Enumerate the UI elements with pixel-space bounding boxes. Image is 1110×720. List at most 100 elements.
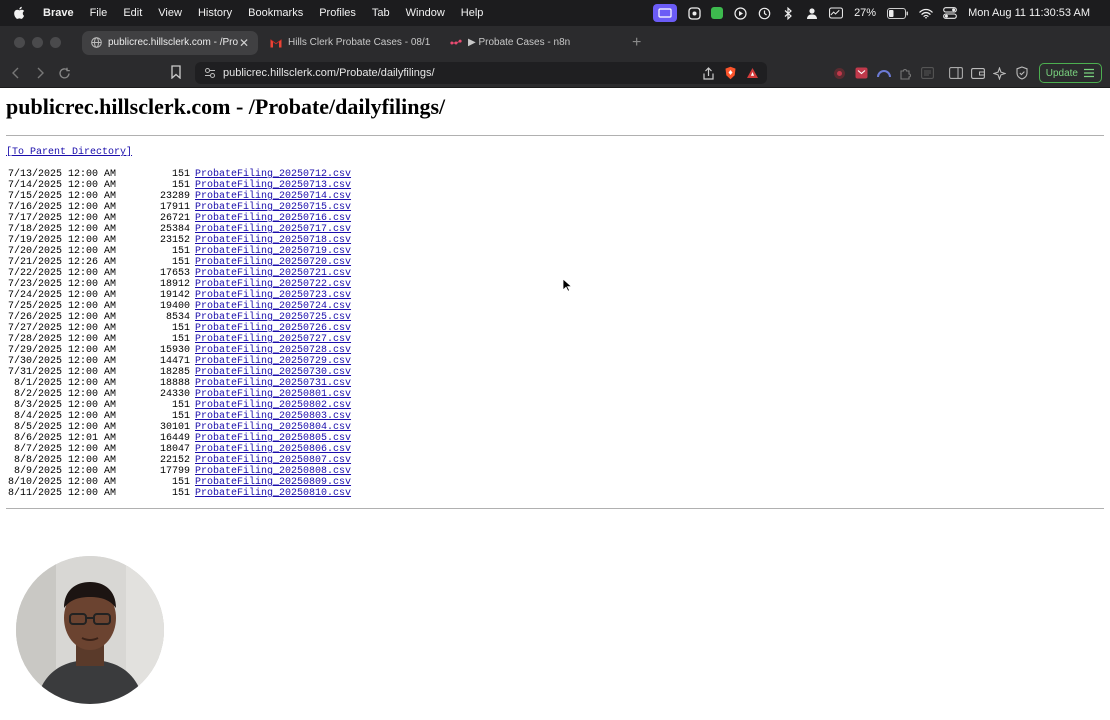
update-button[interactable]: Update xyxy=(1038,63,1102,83)
back-icon[interactable] xyxy=(8,65,24,81)
file-link[interactable]: ProbateFiling_20250726.csv xyxy=(195,323,351,334)
file-row: 7/15/2025 12:00 AM 23289 ProbateFiling_202… xyxy=(6,191,351,202)
close-window-button[interactable] xyxy=(14,37,25,48)
parent-directory-link[interactable]: [To Parent Directory] xyxy=(6,147,132,158)
file-size: 16449 xyxy=(159,433,190,444)
menu-help[interactable]: Help xyxy=(461,7,484,19)
file-size: 18285 xyxy=(159,367,190,378)
file-size: 26721 xyxy=(159,213,190,224)
zoom-window-button[interactable] xyxy=(50,37,61,48)
activity-monitor-icon[interactable] xyxy=(829,6,844,20)
mouse-cursor xyxy=(562,278,572,292)
file-link[interactable]: ProbateFiling_20250716.csv xyxy=(195,213,351,224)
file-link[interactable]: ProbateFiling_20250729.csv xyxy=(195,356,351,367)
menu-edit[interactable]: Edit xyxy=(123,7,142,19)
file-link[interactable]: ProbateFiling_20250803.csv xyxy=(195,411,351,422)
menu-tab[interactable]: Tab xyxy=(372,7,390,19)
tab-publicrec[interactable]: publicrec.hillsclerk.com - /Pro ✕ xyxy=(82,30,258,55)
menu-bookmarks[interactable]: Bookmarks xyxy=(248,7,303,19)
share-icon[interactable] xyxy=(701,66,715,80)
file-size: 151 xyxy=(171,334,190,345)
file-link[interactable]: ProbateFiling_20250725.csv xyxy=(195,312,351,323)
file-row: 7/30/2025 12:00 AM 14471 ProbateFiling_202… xyxy=(6,356,351,367)
file-link[interactable]: ProbateFiling_20250720.csv xyxy=(195,257,351,268)
file-row: 7/19/2025 12:00 AM 23152 ProbateFiling_202… xyxy=(6,235,351,246)
brave-rewards-icon[interactable] xyxy=(745,66,759,80)
apple-icon[interactable] xyxy=(13,6,27,20)
time-machine-icon[interactable] xyxy=(757,6,771,20)
file-link[interactable]: ProbateFiling_20250810.csv xyxy=(195,488,351,499)
file-row: 8/8/2025 12:00 AM 22152 ProbateFiling_2025… xyxy=(6,455,351,466)
file-size: 15930 xyxy=(159,345,190,356)
file-link[interactable]: ProbateFiling_20250721.csv xyxy=(195,268,351,279)
menu-history[interactable]: History xyxy=(198,7,232,19)
file-link[interactable]: ProbateFiling_20250730.csv xyxy=(195,367,351,378)
file-link[interactable]: ProbateFiling_20250809.csv xyxy=(195,477,351,488)
webcam-person-image xyxy=(16,556,164,704)
menu-file[interactable]: File xyxy=(90,7,108,19)
file-link[interactable]: ProbateFiling_20250724.csv xyxy=(195,301,351,312)
file-link[interactable]: ProbateFiling_20250728.csv xyxy=(195,345,351,356)
puzzle-icon[interactable] xyxy=(899,66,913,80)
sidebar-icon[interactable] xyxy=(948,66,963,80)
file-link[interactable]: ProbateFiling_20250723.csv xyxy=(195,290,351,301)
file-link[interactable]: ProbateFiling_20250807.csv xyxy=(195,455,351,466)
url-text[interactable]: publicrec.hillsclerk.com/Probate/dailyfi… xyxy=(223,67,697,79)
battery-percent: 27% xyxy=(854,7,877,19)
file-link[interactable]: ProbateFiling_20250808.csv xyxy=(195,466,351,477)
close-tab-icon[interactable]: ✕ xyxy=(238,36,250,50)
brave-shields-icon[interactable] xyxy=(723,66,737,80)
file-date: 7/17/2025 12:00 AM xyxy=(7,213,116,224)
reader-mode-icon[interactable] xyxy=(921,66,935,80)
wallet-icon[interactable] xyxy=(970,66,985,80)
file-row: 7/17/2025 12:00 AM 26721 ProbateFiling_202… xyxy=(6,213,351,224)
file-link[interactable]: ProbateFiling_20250717.csv xyxy=(195,224,351,235)
menu-profiles[interactable]: Profiles xyxy=(319,7,356,19)
new-tab-button[interactable]: + xyxy=(632,34,641,52)
battery-icon[interactable] xyxy=(887,6,909,20)
bluetooth-icon[interactable] xyxy=(781,6,795,20)
site-settings-icon[interactable] xyxy=(203,66,217,80)
forward-icon[interactable] xyxy=(32,65,48,81)
file-link[interactable]: ProbateFiling_20250714.csv xyxy=(195,191,351,202)
user-icon[interactable] xyxy=(805,6,819,20)
arc-extension-icon[interactable] xyxy=(876,66,891,80)
file-row: 7/22/2025 12:00 AM 17653 ProbateFiling_202… xyxy=(6,268,351,279)
screen-record-icon[interactable] xyxy=(653,4,678,22)
file-size: 17799 xyxy=(159,466,190,477)
reload-icon[interactable] xyxy=(56,65,72,81)
menu-app-name[interactable]: Brave xyxy=(43,7,74,19)
tab-n8n[interactable]: ▶ Probate Cases - n8n xyxy=(442,31,618,55)
file-link[interactable]: ProbateFiling_20250804.csv xyxy=(195,422,351,433)
clock[interactable]: Mon Aug 11 11:30:53 AM xyxy=(968,7,1090,19)
leo-ai-icon[interactable] xyxy=(993,66,1007,80)
address-bar[interactable]: publicrec.hillsclerk.com/Probate/dailyfi… xyxy=(195,62,767,84)
gmail-extension-icon[interactable] xyxy=(855,66,869,80)
file-link[interactable]: ProbateFiling_20250805.csv xyxy=(195,433,351,444)
bookmark-icon[interactable] xyxy=(170,65,186,81)
file-link[interactable]: ProbateFiling_20250727.csv xyxy=(195,334,351,345)
file-link[interactable]: ProbateFiling_20250713.csv xyxy=(195,180,351,191)
app-status-icon[interactable] xyxy=(711,7,724,19)
wifi-icon[interactable] xyxy=(919,6,933,20)
file-link[interactable]: ProbateFiling_20250731.csv xyxy=(195,378,351,389)
file-link[interactable]: ProbateFiling_20250718.csv xyxy=(195,235,351,246)
menu-window[interactable]: Window xyxy=(406,7,445,19)
menu-view[interactable]: View xyxy=(158,7,182,19)
extension-red-icon[interactable] xyxy=(833,66,847,80)
minimize-window-button[interactable] xyxy=(32,37,43,48)
file-link[interactable]: ProbateFiling_20250722.csv xyxy=(195,279,351,290)
tab-gmail[interactable]: Hills Clerk Probate Cases - 08/10 xyxy=(262,31,438,55)
file-link[interactable]: ProbateFiling_20250801.csv xyxy=(195,389,351,400)
file-link[interactable]: ProbateFiling_20250715.csv xyxy=(195,202,351,213)
file-row: 7/14/2025 12:00 AM 151 ProbateFiling_20250… xyxy=(6,180,351,191)
file-link[interactable]: ProbateFiling_20250806.csv xyxy=(195,444,351,455)
vpn-shield-icon[interactable] xyxy=(1015,66,1029,80)
extension-icon[interactable] xyxy=(687,6,701,20)
control-center-icon[interactable] xyxy=(943,6,957,20)
file-link[interactable]: ProbateFiling_20250802.csv xyxy=(195,400,351,411)
file-link[interactable]: ProbateFiling_20250719.csv xyxy=(195,246,351,257)
hamburger-menu-icon[interactable] xyxy=(1083,68,1095,78)
file-link[interactable]: ProbateFiling_20250712.csv xyxy=(195,169,351,180)
play-icon[interactable] xyxy=(733,6,747,20)
